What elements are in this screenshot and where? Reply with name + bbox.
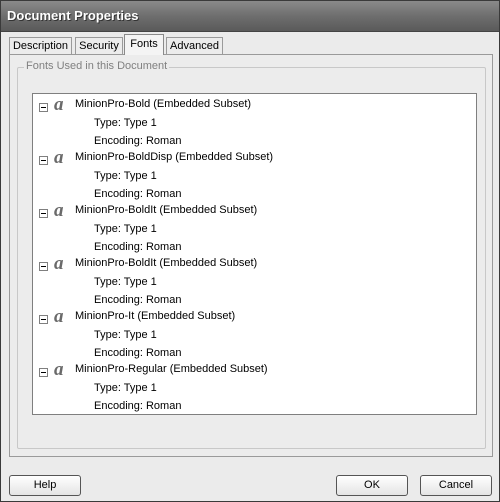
tab-description[interactable]: Description xyxy=(9,37,72,54)
font-tree-item[interactable]: a MinionPro-It (Embedded Subset) Type: T… xyxy=(33,306,476,363)
tab-fonts[interactable]: Fonts xyxy=(124,34,164,55)
font-type-icon: a xyxy=(54,306,64,327)
window-title: Document Properties xyxy=(7,8,139,23)
font-tree-item[interactable]: a MinionPro-BoldIt (Embedded Subset) Typ… xyxy=(33,200,476,257)
font-tree-item[interactable]: a MinionPro-BoldIt (Embedded Subset) Typ… xyxy=(33,253,476,310)
font-type-icon: a xyxy=(54,359,64,380)
help-button[interactable]: Help xyxy=(9,475,81,496)
font-tree-item[interactable]: a MinionPro-Regular (Embedded Subset) Ty… xyxy=(33,359,476,414)
fonts-tab-panel: Fonts Used in this Document a MinionPro-… xyxy=(9,54,493,457)
fonts-tree[interactable]: a MinionPro-Bold (Embedded Subset) Type:… xyxy=(32,93,477,415)
title-bar[interactable]: Document Properties xyxy=(1,1,499,32)
font-type-icon: a xyxy=(54,147,64,168)
button-bar: Help OK Cancel xyxy=(1,465,499,501)
font-type-icon: a xyxy=(54,94,64,115)
font-tree-item[interactable]: a MinionPro-Bold (Embedded Subset) Type:… xyxy=(33,94,476,151)
font-type: Type: Type 1 xyxy=(94,170,157,182)
font-name: MinionPro-BoldIt (Embedded Subset) xyxy=(75,204,258,216)
font-type: Type: Type 1 xyxy=(94,329,157,341)
document-properties-dialog: Document Properties Description Security… xyxy=(0,0,500,502)
groupbox-label: Fonts Used in this Document xyxy=(24,60,170,72)
tree-collapse-icon[interactable] xyxy=(39,262,48,271)
tree-collapse-icon[interactable] xyxy=(39,103,48,112)
font-encoding: Encoding: Roman xyxy=(94,241,182,253)
font-encoding: Encoding: Roman xyxy=(94,188,182,200)
font-name: MinionPro-BoldDisp (Embedded Subset) xyxy=(75,151,274,163)
tree-collapse-icon[interactable] xyxy=(39,156,48,165)
fonts-groupbox: Fonts Used in this Document a MinionPro-… xyxy=(17,60,486,449)
font-type: Type: Type 1 xyxy=(94,223,157,235)
font-type-icon: a xyxy=(54,253,64,274)
font-encoding: Encoding: Roman xyxy=(94,294,182,306)
font-type: Type: Type 1 xyxy=(94,382,157,394)
font-tree-item[interactable]: a MinionPro-BoldDisp (Embedded Subset) T… xyxy=(33,147,476,204)
tree-collapse-icon[interactable] xyxy=(39,209,48,218)
font-encoding: Encoding: Roman xyxy=(94,135,182,147)
tab-security[interactable]: Security xyxy=(75,37,123,54)
font-type: Type: Type 1 xyxy=(94,276,157,288)
font-type-icon: a xyxy=(54,200,64,221)
font-name: MinionPro-BoldIt (Embedded Subset) xyxy=(75,257,258,269)
cancel-button[interactable]: Cancel xyxy=(420,475,492,496)
font-type: Type: Type 1 xyxy=(94,117,157,129)
tree-collapse-icon[interactable] xyxy=(39,368,48,377)
tab-advanced[interactable]: Advanced xyxy=(166,37,223,54)
tree-collapse-icon[interactable] xyxy=(39,315,48,324)
font-encoding: Encoding: Roman xyxy=(94,400,182,412)
font-name: MinionPro-It (Embedded Subset) xyxy=(75,310,236,322)
font-name: MinionPro-Bold (Embedded Subset) xyxy=(75,98,252,110)
font-encoding: Encoding: Roman xyxy=(94,347,182,359)
font-name: MinionPro-Regular (Embedded Subset) xyxy=(75,363,268,375)
ok-button[interactable]: OK xyxy=(336,475,408,496)
